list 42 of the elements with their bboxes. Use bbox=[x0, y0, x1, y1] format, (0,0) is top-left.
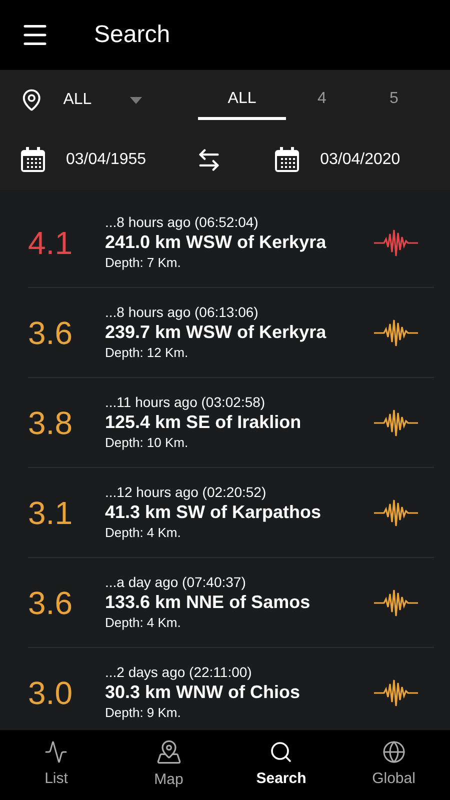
nav-tab[interactable]: Map bbox=[112, 730, 225, 800]
magnitude: 3.6 bbox=[28, 584, 74, 622]
magnitude: 3.0 bbox=[28, 674, 74, 712]
location: 241.0 km WSW of Kerkyra bbox=[105, 230, 328, 252]
magnitude: 4.1 bbox=[28, 224, 74, 262]
page-title: Search bbox=[94, 20, 170, 50]
magnitude-tab[interactable]: ALL bbox=[198, 80, 286, 120]
dropdown-caret-icon bbox=[130, 96, 142, 104]
depth: Depth: 4 Km. bbox=[105, 614, 182, 632]
time-ago: ...8 hours ago (06:13:06) bbox=[105, 302, 260, 320]
time-ago: ...12 hours ago (02:20:52) bbox=[105, 482, 268, 500]
region-dropdown[interactable]: ALL bbox=[63, 88, 142, 112]
map-pin-icon bbox=[156, 738, 182, 765]
depth: Depth: 7 Km. bbox=[105, 254, 182, 272]
depth: Depth: 4 Km. bbox=[105, 524, 182, 542]
magnitude-tab[interactable]: 4 bbox=[286, 80, 358, 120]
location: 30.3 km WNW of Chios bbox=[105, 680, 302, 702]
time-ago: ...a day ago (07:40:37) bbox=[105, 572, 247, 590]
nav-tab[interactable]: List bbox=[0, 730, 112, 800]
time-ago: ...8 hours ago (06:52:04) bbox=[105, 212, 260, 230]
nav-tab[interactable]: Global bbox=[338, 730, 450, 800]
location: 239.7 km WSW of Kerkyra bbox=[105, 320, 328, 342]
magnitude-tab[interactable]: 5 bbox=[358, 80, 430, 120]
end-date[interactable]: 03/04/2020 bbox=[320, 148, 400, 172]
depth: Depth: 9 Km. bbox=[105, 704, 182, 722]
depth: Depth: 12 Km. bbox=[105, 344, 190, 362]
start-date[interactable]: 03/04/1955 bbox=[66, 148, 146, 172]
pulse-icon bbox=[44, 740, 68, 764]
nav-tab[interactable]: Search bbox=[225, 730, 338, 800]
globe-icon bbox=[382, 740, 406, 764]
time-ago: ...11 hours ago (03:02:58) bbox=[105, 392, 266, 410]
location: 41.3 km SW of Karpathos bbox=[105, 500, 322, 522]
calendar-icon bbox=[20, 147, 46, 173]
magnitude: 3.1 bbox=[28, 494, 74, 532]
magnitude: 3.8 bbox=[28, 404, 74, 442]
time-ago: ...2 days ago (22:11:00) bbox=[105, 662, 253, 680]
search-icon bbox=[269, 740, 294, 764]
calendar-icon bbox=[274, 147, 300, 173]
magnitude: 3.6 bbox=[28, 314, 74, 352]
location: 125.4 km SE of Iraklion bbox=[105, 410, 302, 432]
location: 133.6 km NNE of Samos bbox=[105, 590, 312, 612]
depth: Depth: 10 Km. bbox=[105, 434, 190, 452]
